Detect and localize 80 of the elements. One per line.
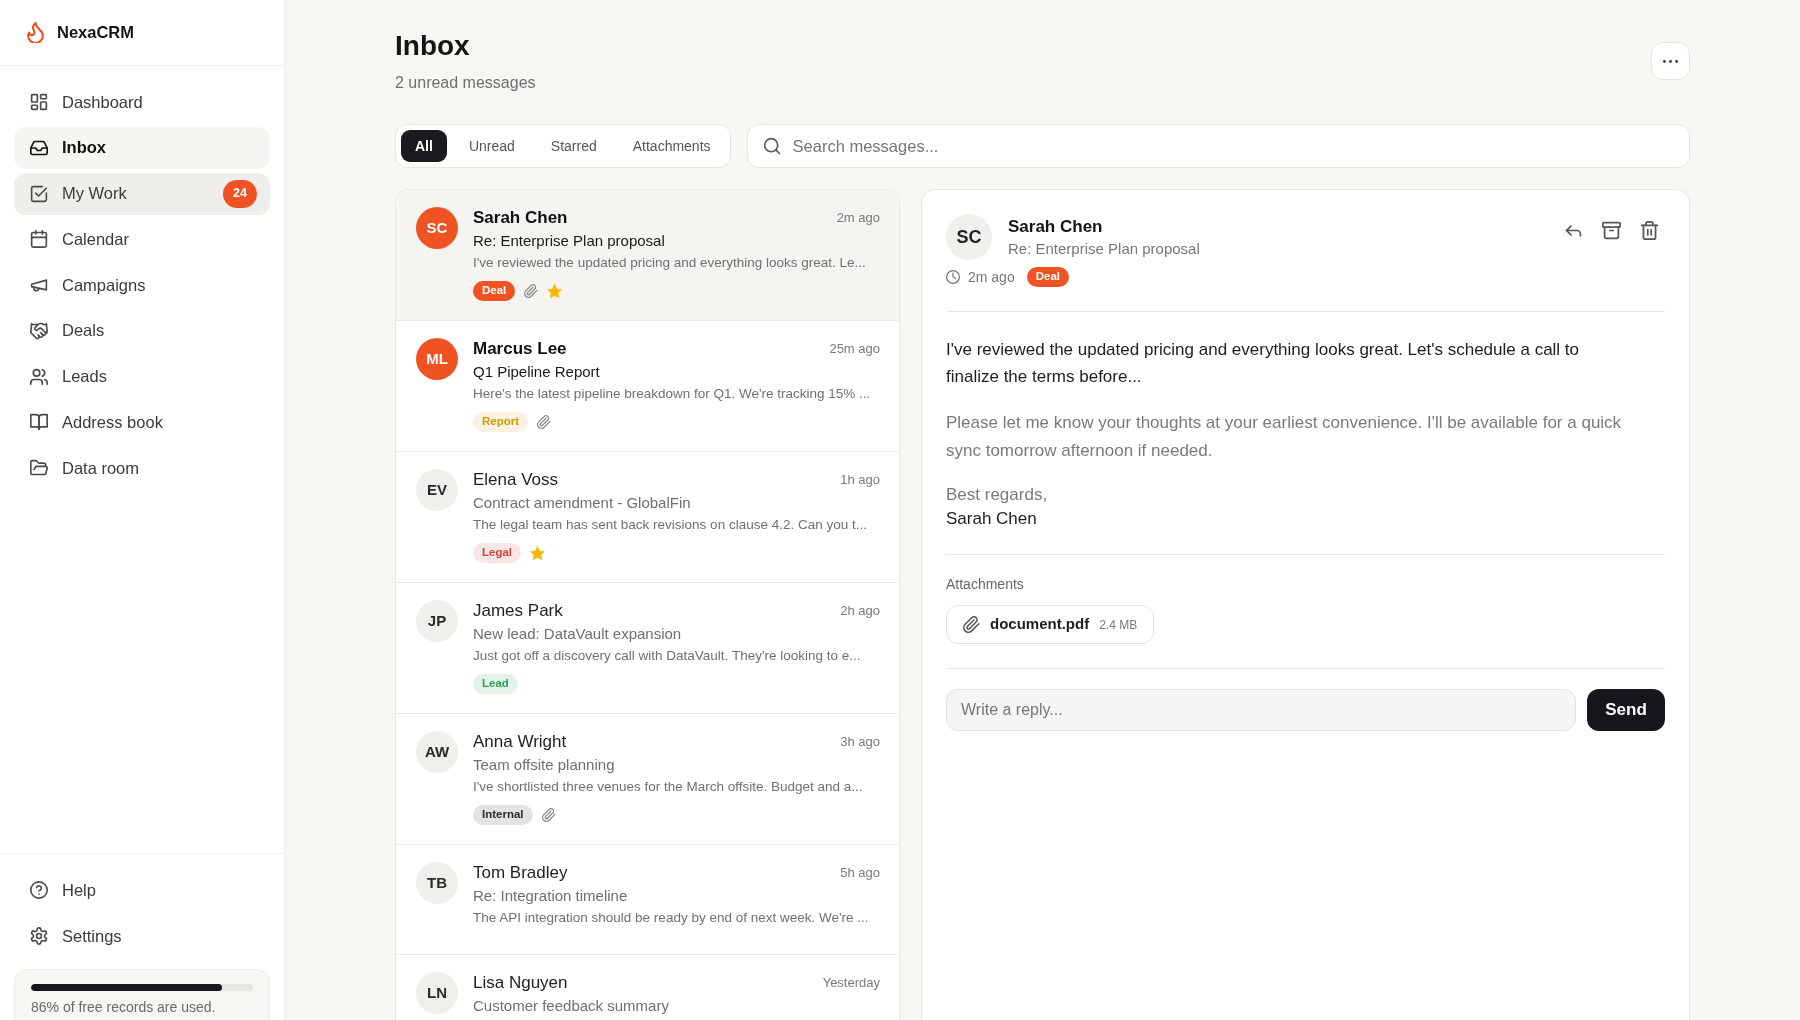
dashboard-icon [30, 93, 48, 111]
brand-name: NexaCRM [57, 22, 135, 44]
search-icon [762, 137, 781, 155]
sender-name: Anna Wright [473, 731, 567, 754]
tag: Lead [473, 674, 518, 694]
message-subject: Re: Enterprise Plan proposal [1008, 239, 1200, 259]
message-time: 25m ago [829, 340, 880, 359]
sender-name: Marcus Lee [473, 338, 567, 361]
message-time: 1h ago [840, 471, 880, 490]
folder-icon [30, 459, 48, 477]
people-icon [30, 367, 48, 386]
sender-avatar: SC [416, 207, 458, 249]
message-subject: New lead: DataVault expansion [473, 624, 683, 644]
checkbox-icon [30, 184, 48, 203]
archive-icon [1601, 220, 1621, 240]
sender-avatar: SC [946, 214, 992, 260]
message-preview: Here's the latest pipeline breakdown for Q1. We're tracking 15% ... [473, 385, 872, 403]
sender-avatar: JP [416, 600, 458, 642]
book-icon [30, 413, 48, 432]
message-time: 2h ago [840, 602, 880, 621]
message-time: Yesterday [822, 974, 880, 993]
message-preview: The legal team has sent back revisions on clause 4.2. Can you t... [473, 516, 868, 534]
signature-text: Sarah Chen [946, 508, 1038, 530]
tag: Report [473, 412, 529, 432]
page-title: Inbox [395, 29, 471, 63]
more-icon [1663, 59, 1678, 63]
trash-icon [1639, 220, 1659, 240]
sender-name: Lisa Nguyen [473, 972, 568, 995]
tag: Deal [473, 281, 516, 301]
sender-avatar: TB [416, 862, 458, 904]
tag: Legal [473, 543, 522, 563]
filter-tab[interactable]: All [401, 130, 447, 162]
sender-name: Tom Bradley [473, 862, 568, 885]
nav-item[interactable]: My Work 24 [14, 172, 270, 215]
sender-name: James Park [473, 600, 563, 623]
search-field[interactable]: Search messages... [746, 124, 1690, 168]
help-icon [30, 881, 48, 899]
sender-name: Sarah Chen [1008, 216, 1104, 238]
message-time: 2m ago [836, 209, 880, 228]
settings-icon [30, 927, 48, 945]
sender-avatar: AW [416, 731, 458, 773]
paperclip-icon [963, 616, 980, 633]
message-preview: Just got off a discovery call with DataVault. They're looking to e... [473, 647, 862, 665]
message-time: 5h ago [840, 864, 880, 883]
sender-name: Elena Voss [473, 469, 559, 492]
tag: Deal [1026, 267, 1069, 287]
message-subject: Contract amendment - GlobalFin [473, 493, 692, 513]
message-time: 3h ago [840, 733, 880, 752]
page-subtitle: 2 unread messages [395, 73, 536, 93]
message-preview: I've reviewed the updated pricing and everything looks great. Le... [473, 254, 867, 272]
inbox-icon [30, 138, 48, 157]
message-subject: Re: Integration timeline [473, 886, 629, 906]
message-paragraph: Please let me know your thoughts at your earliest convenience. I'll be available for a quick sync tomorrow afternoon if needed. [946, 412, 1623, 462]
send-button[interactable]: Send [1587, 689, 1665, 731]
message-preview: I've shortlisted three venues for the March offsite. Budget and a... [473, 778, 864, 796]
reply-field[interactable]: Write a reply... [946, 689, 1576, 731]
sender-avatar: EV [416, 469, 458, 511]
message-preview: The API integration should be ready by end of next week. We're ... [473, 909, 870, 927]
message-time: 2m ago [968, 267, 1015, 287]
sender-avatar: ML [416, 338, 458, 380]
usage-text: 86% of free records are used. [31, 999, 217, 1016]
message-item[interactable]: SC Sarah Chen 2m ago Re: Enterprise Plan proposal I've reviewed the updated pricing and everything looks great. Le... Deal [396, 190, 899, 321]
message-subject: Q1 Pipeline Report [473, 362, 601, 382]
sender-name: Sarah Chen [473, 207, 568, 230]
message-paragraph: I've reviewed the updated pricing and everything looks great. Let's schedule a call to finalize the terms before... [946, 339, 1581, 388]
attachment-chip[interactable]: document.pdf 2.4 MB [946, 605, 1155, 644]
section-label: Attachments [946, 575, 1025, 593]
handshake-icon [30, 321, 48, 340]
flame-icon [27, 22, 44, 43]
tag: Internal [473, 805, 533, 825]
message-subject: Team offsite planning [473, 755, 616, 775]
count-badge: 24 [223, 179, 257, 208]
calendar-icon [30, 230, 48, 249]
clock-icon [946, 270, 960, 284]
nav-item[interactable]: Inbox [14, 126, 270, 169]
closing-text: Best regards, [946, 484, 1049, 506]
message-subject: Customer feedback summary [473, 996, 670, 1016]
message-subject: Re: Enterprise Plan proposal [473, 231, 666, 251]
megaphone-icon [30, 276, 48, 294]
sender-avatar: LN [416, 972, 458, 1014]
